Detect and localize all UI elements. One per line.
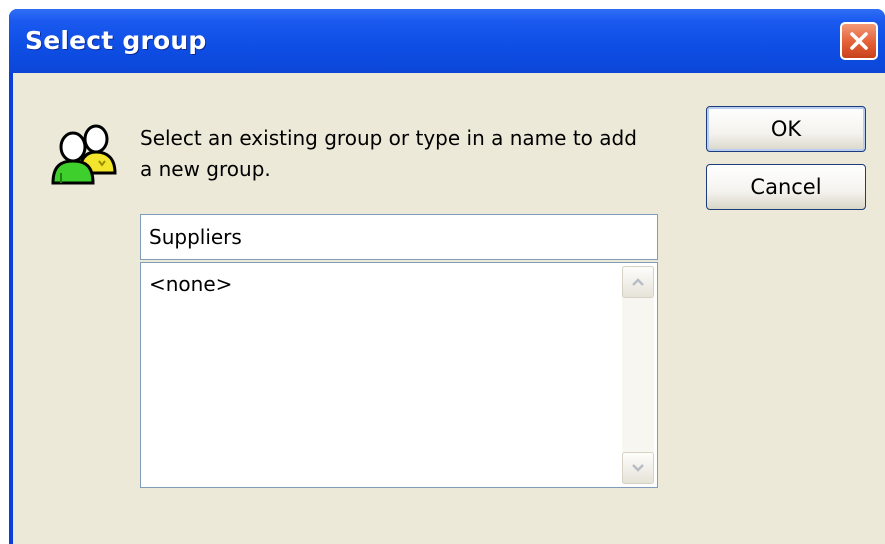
chevron-up-icon	[632, 278, 644, 286]
instruction-line-2: a new group.	[140, 157, 271, 181]
user-group-icon	[51, 124, 117, 185]
instruction-line-1: Select an existing group or type in a na…	[140, 126, 637, 150]
close-button[interactable]	[840, 22, 878, 60]
scroll-down-button[interactable]	[622, 452, 654, 484]
scroll-up-button[interactable]	[622, 266, 654, 298]
list-item[interactable]: <none>	[149, 272, 232, 296]
title-bar[interactable]: Select group	[9, 9, 885, 73]
close-icon	[850, 32, 868, 50]
select-group-dialog: Select group Select an existing group or…	[9, 9, 885, 544]
window-title: Select group	[25, 26, 207, 55]
group-list[interactable]: <none>	[140, 262, 658, 488]
chevron-down-icon	[632, 464, 644, 472]
ok-button[interactable]: OK	[706, 106, 866, 152]
cancel-button[interactable]: Cancel	[706, 164, 866, 210]
group-name-input[interactable]: Suppliers	[140, 214, 658, 260]
vertical-scrollbar[interactable]	[622, 266, 654, 484]
dialog-body: Select an existing group or type in a na…	[13, 73, 885, 544]
instruction-text: Select an existing group or type in a na…	[140, 123, 680, 185]
